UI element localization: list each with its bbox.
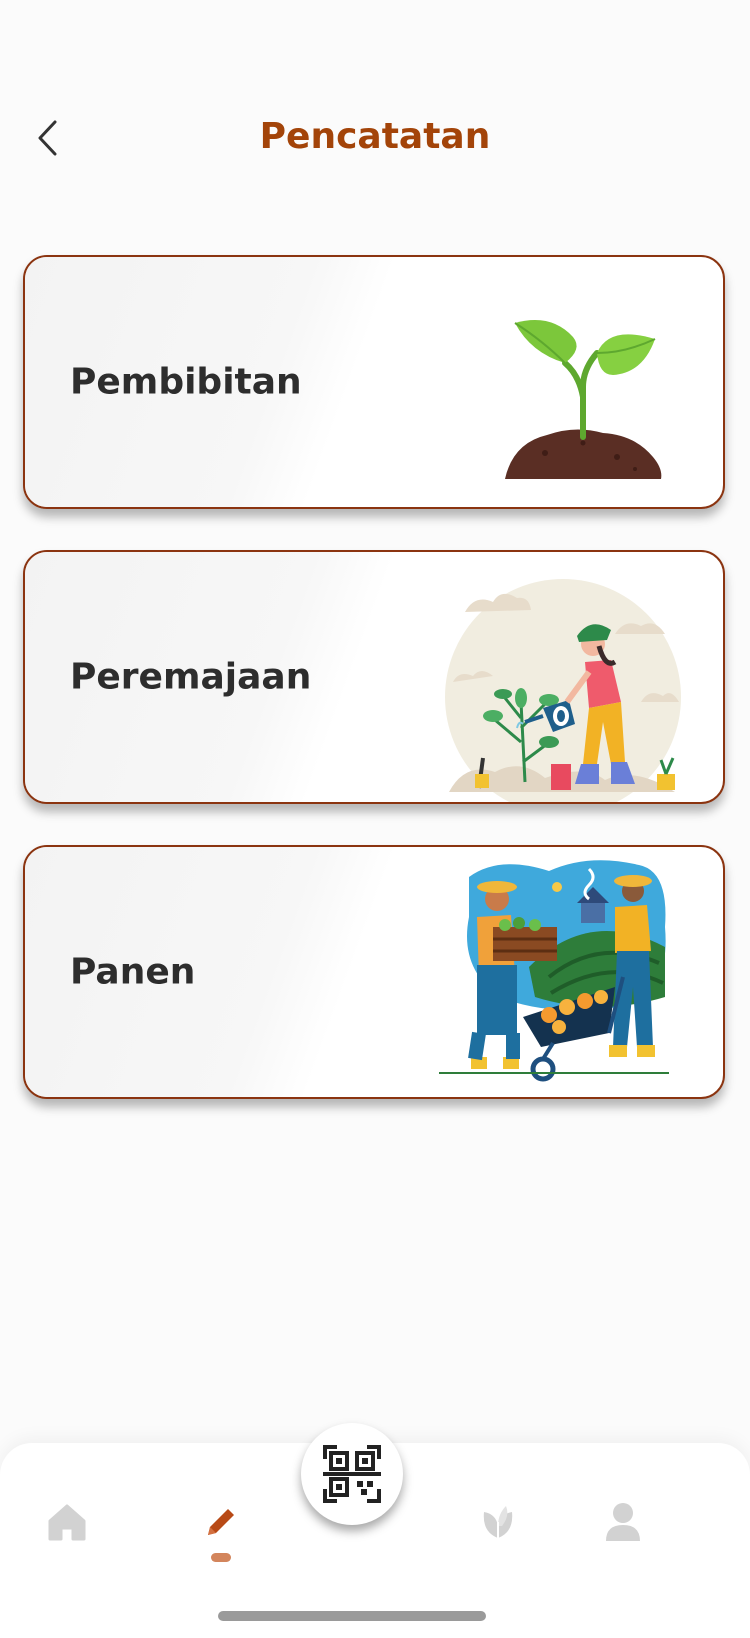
card-peremajaan[interactable]: Peremajaan xyxy=(23,550,725,804)
card-label: Pembibitan xyxy=(70,361,302,403)
leaf-icon xyxy=(483,1506,513,1538)
page-title: Pencatatan xyxy=(259,116,491,157)
card-pembibitan[interactable]: Pembibitan xyxy=(23,255,725,509)
seedling-illustration xyxy=(505,320,662,479)
active-indicator xyxy=(211,1553,231,1562)
pencil-icon xyxy=(208,1509,234,1535)
nav-home[interactable] xyxy=(32,1487,102,1557)
user-icon xyxy=(606,1503,640,1541)
farmers-harvest-illustration xyxy=(439,860,669,1082)
qr-scan-icon xyxy=(323,1445,381,1503)
nav-leaf[interactable] xyxy=(463,1487,533,1557)
gardener-watering-illustration xyxy=(445,579,681,802)
card-label: Panen xyxy=(70,951,196,993)
card-label: Peremajaan xyxy=(70,656,312,698)
header: Pencatatan xyxy=(0,100,750,180)
nav-profile[interactable] xyxy=(588,1487,658,1557)
nav-pencatatan[interactable] xyxy=(186,1487,256,1557)
home-indicator xyxy=(218,1611,486,1621)
qr-scan-button[interactable] xyxy=(301,1423,403,1525)
home-icon xyxy=(48,1504,86,1541)
bottom-nav xyxy=(0,1423,750,1638)
card-panen[interactable]: Panen xyxy=(23,845,725,1099)
